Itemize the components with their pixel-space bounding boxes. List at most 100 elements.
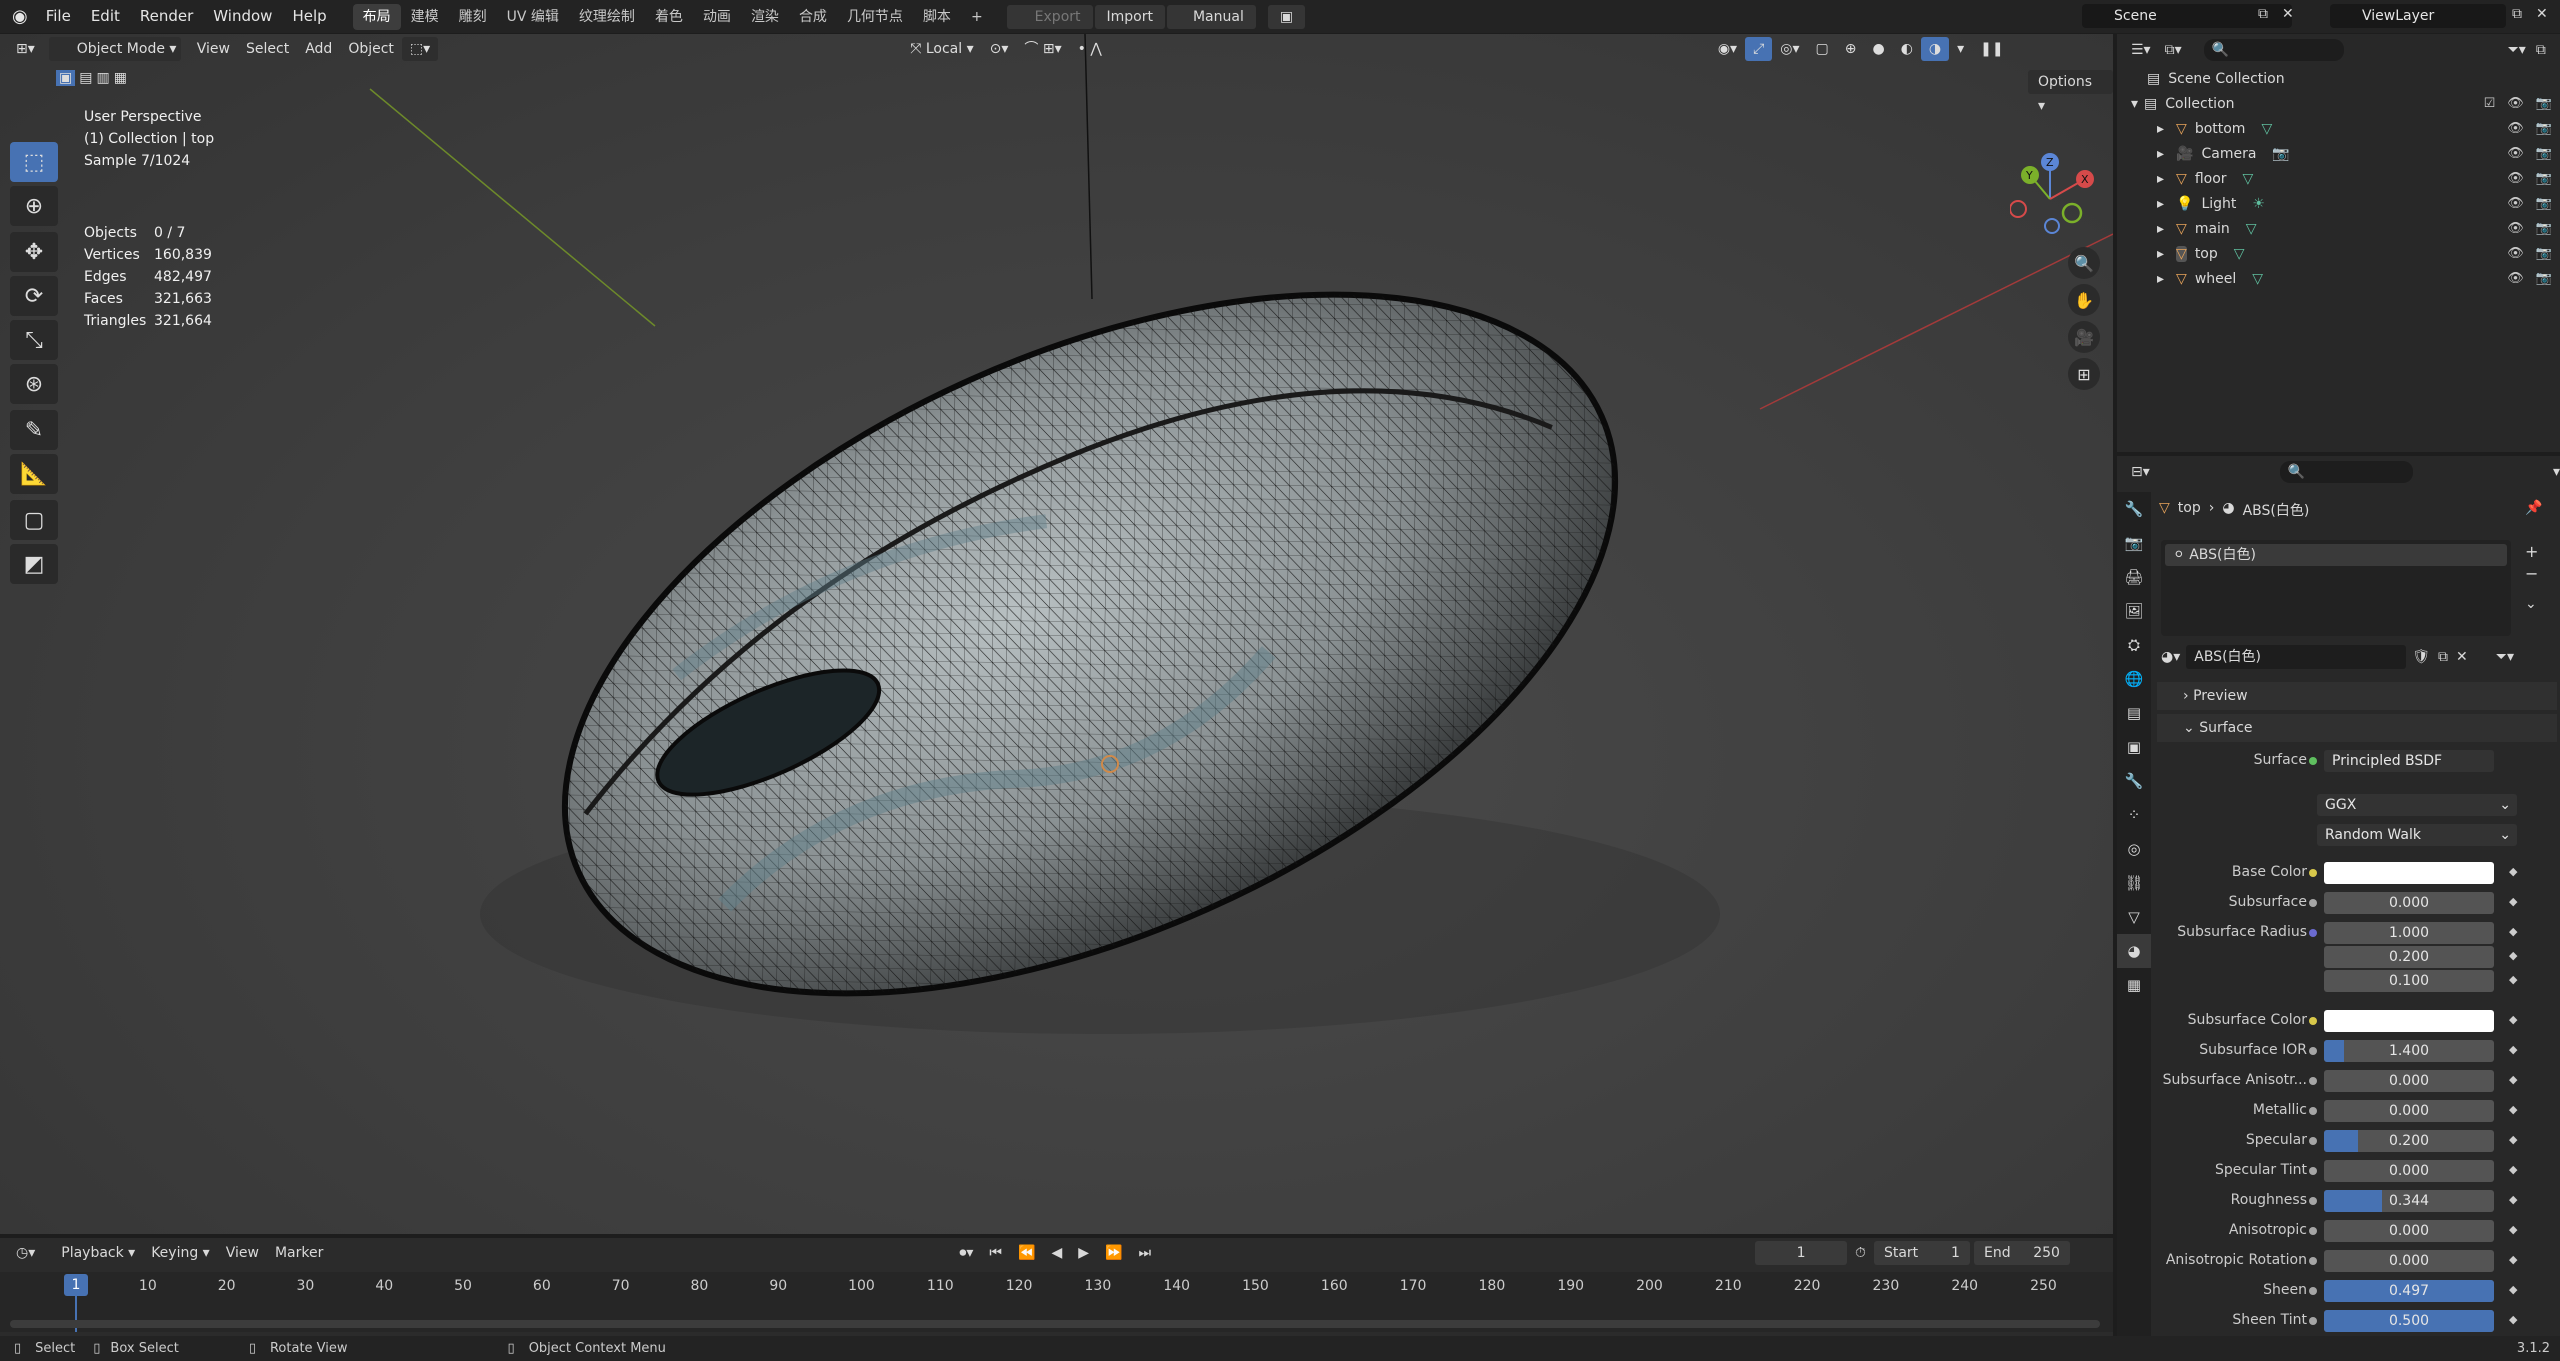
camera-render-icon[interactable]: 📷 bbox=[2536, 121, 2552, 136]
value-slider[interactable]: 0.000 bbox=[2324, 1250, 2494, 1272]
value-slider[interactable]: 0.497 bbox=[2324, 1280, 2494, 1302]
menu-window[interactable]: Window bbox=[203, 0, 282, 33]
expand-icon[interactable]: ▸ bbox=[2157, 196, 2164, 212]
camera-view-icon[interactable]: 🎥 bbox=[2068, 321, 2100, 353]
new-collection-icon[interactable]: ⧉ bbox=[2536, 42, 2546, 58]
eye-icon[interactable]: 👁 bbox=[2507, 121, 2524, 136]
timeline-scrollbar[interactable] bbox=[10, 1320, 2100, 1328]
keyframe-dot-icon[interactable]: ◆ bbox=[2509, 1283, 2517, 1296]
expand-icon[interactable]: ▸ bbox=[2157, 171, 2164, 187]
value-slider[interactable]: 0.000 bbox=[2324, 1220, 2494, 1242]
keyframe-dot-icon[interactable]: ◆ bbox=[2509, 1043, 2517, 1056]
surface-panel-header[interactable]: ⌄ Surface bbox=[2157, 714, 2557, 742]
data-tab-icon[interactable]: ▽ bbox=[2117, 900, 2151, 934]
properties-editor-icon[interactable]: ⊟▾ bbox=[2131, 464, 2150, 480]
workspace-tab-layout[interactable]: 布局 bbox=[352, 3, 401, 30]
edit-tool-icon[interactable]: ◩ bbox=[10, 544, 58, 584]
workspace-tab-modeling[interactable]: 建模 bbox=[401, 4, 449, 30]
material-name-field[interactable]: ABS(白色) bbox=[2186, 645, 2407, 669]
shading-wireframe-icon[interactable]: ⊕ bbox=[1837, 37, 1865, 61]
orientation-selector[interactable]: ⤧ Local ▾ bbox=[902, 37, 981, 61]
view-layer-selector[interactable]: ViewLayer bbox=[2330, 4, 2506, 28]
current-frame-field[interactable]: 1 bbox=[1755, 1241, 1848, 1265]
collection-tab-icon[interactable]: ▤ bbox=[2117, 696, 2151, 730]
pan-hand-icon[interactable]: ✋ bbox=[2068, 284, 2100, 316]
delete-scene-icon[interactable]: ✕ bbox=[2282, 6, 2294, 22]
shading-solid-icon[interactable]: ● bbox=[1864, 37, 1892, 61]
object-data-icon[interactable]: ☀ bbox=[2252, 196, 2265, 212]
keyframe-dot-icon[interactable]: ◆ bbox=[2509, 865, 2517, 878]
subsurface-method-dropdown[interactable]: Random Walk ⌄ bbox=[2317, 824, 2517, 846]
object-data-icon[interactable]: ▽ bbox=[2252, 271, 2263, 287]
shading-options-icon[interactable]: ▾ bbox=[1949, 37, 1972, 61]
keyframe-dot-icon[interactable]: ◆ bbox=[2509, 895, 2517, 908]
timeline-menu-marker[interactable]: Marker bbox=[267, 1241, 331, 1265]
eye-icon[interactable]: 👁 bbox=[2507, 221, 2524, 236]
play-icon[interactable]: ▶ bbox=[1070, 1241, 1097, 1265]
record-icon[interactable]: ⏺▾ bbox=[951, 1241, 981, 1265]
particles-tab-icon[interactable]: ⁘ bbox=[2117, 798, 2151, 832]
constraints-tab-icon[interactable]: ⛓ bbox=[2117, 866, 2151, 900]
outliner-item-camera[interactable]: ▸ 🎥 Camera 📷 👁 📷 bbox=[2117, 141, 2560, 166]
object-data-icon[interactable]: 📷 bbox=[2272, 146, 2289, 162]
camera-render-icon[interactable]: 📷 bbox=[2536, 96, 2552, 111]
selection-mode-icons[interactable]: ▣ ▤ ▥ ▦ bbox=[56, 70, 127, 86]
3d-viewport[interactable]: ⊞▾ Object Mode ▾ View Select Add Object … bbox=[0, 34, 2113, 1234]
viewport-menu-add[interactable]: Add bbox=[297, 37, 340, 61]
transform-tool-icon[interactable]: ⊛ bbox=[10, 364, 58, 404]
viewport-menu-object[interactable]: Object bbox=[340, 37, 402, 61]
keyframe-dot-icon[interactable]: ◆ bbox=[2509, 949, 2517, 962]
keyframe-dot-icon[interactable]: ◆ bbox=[2509, 1163, 2517, 1176]
add-cube-tool-icon[interactable]: ▢ bbox=[10, 500, 58, 540]
shading-rendered-icon[interactable]: ◑ bbox=[1920, 37, 1950, 61]
material-tab-icon[interactable]: ◕ bbox=[2117, 934, 2151, 968]
select-new-icon[interactable]: ▣ bbox=[56, 70, 76, 86]
menu-edit[interactable]: Edit bbox=[81, 0, 130, 33]
object-data-icon[interactable]: ▽ bbox=[2246, 221, 2257, 237]
preview-panel-header[interactable]: › Preview bbox=[2157, 682, 2557, 710]
keyframe-dot-icon[interactable]: ◆ bbox=[2509, 1223, 2517, 1236]
workspace-tab-uv-editing[interactable]: UV 编辑 bbox=[497, 4, 569, 30]
keyframe-dot-icon[interactable]: ◆ bbox=[2509, 1193, 2517, 1206]
filter-icon[interactable]: ⏷▾ bbox=[2508, 42, 2526, 58]
annotate-tool-icon[interactable]: ✎ bbox=[10, 410, 58, 450]
editor-type-icon[interactable]: ⊞▾ bbox=[8, 37, 43, 61]
blender-logo-icon[interactable]: ◉ bbox=[0, 0, 36, 33]
transform-pivot-icon[interactable]: ⬚▾ bbox=[401, 37, 439, 61]
value-slider[interactable]: 0.000 bbox=[2324, 892, 2494, 914]
surface-shader-field[interactable]: Principled BSDF bbox=[2324, 750, 2494, 772]
menu-render[interactable]: Render bbox=[130, 0, 203, 33]
keyframe-dot-icon[interactable]: ◆ bbox=[2509, 1253, 2517, 1266]
value-slider[interactable]: 1.000 bbox=[2324, 922, 2494, 944]
texture-tab-icon[interactable]: ▦ bbox=[2117, 968, 2151, 1002]
shading-material-icon[interactable]: ◐ bbox=[1893, 37, 1921, 61]
timeline-ruler[interactable]: 1 11020304050607080901001101201301401501… bbox=[0, 1272, 2113, 1332]
measure-tool-icon[interactable]: 📐 bbox=[10, 454, 58, 494]
delete-view-layer-icon[interactable]: ✕ bbox=[2536, 6, 2548, 22]
checkbox-icon[interactable]: ☑ bbox=[2484, 96, 2496, 111]
move-tool-icon[interactable]: ✥ bbox=[10, 232, 58, 272]
viewport-menu-select[interactable]: Select bbox=[238, 37, 297, 61]
expand-icon[interactable]: ▸ bbox=[2157, 271, 2164, 287]
workspace-tab-shading[interactable]: 着色 bbox=[645, 4, 693, 30]
expand-icon[interactable]: ▸ bbox=[2157, 121, 2164, 137]
remove-slot-icon[interactable]: − bbox=[2525, 564, 2538, 583]
workspace-tab-rendering[interactable]: 渲染 bbox=[741, 4, 789, 30]
keyframe-dot-icon[interactable]: ◆ bbox=[2509, 1313, 2517, 1326]
timeline-menu-playback[interactable]: Playback ▾ bbox=[53, 1241, 143, 1265]
select-box-tool-icon[interactable]: ⬚ bbox=[10, 142, 58, 182]
physics-tab-icon[interactable]: ◎ bbox=[2117, 832, 2151, 866]
keyframe-dot-icon[interactable]: ◆ bbox=[2509, 973, 2517, 986]
outliner-item-bottom[interactable]: ▸ ▽ bottom ▽ 👁 📷 bbox=[2117, 116, 2560, 141]
camera-render-icon[interactable]: 📷 bbox=[2536, 196, 2552, 211]
expand-icon[interactable]: ▸ bbox=[2157, 146, 2164, 162]
expand-icon[interactable]: ▸ bbox=[2157, 221, 2164, 237]
camera-render-icon[interactable]: 📷 bbox=[2536, 246, 2552, 261]
menu-help[interactable]: Help bbox=[282, 0, 336, 33]
tool-tab-icon[interactable]: 🔧 bbox=[2117, 492, 2151, 526]
value-slider[interactable]: 0.000 bbox=[2324, 1100, 2494, 1122]
xray-toggle-icon[interactable]: ▢ bbox=[1808, 37, 1837, 61]
eye-icon[interactable]: 👁 bbox=[2507, 196, 2524, 211]
workspace-tab-geometry-nodes[interactable]: 几何节点 bbox=[837, 4, 913, 30]
eye-icon[interactable]: 👁 bbox=[2507, 146, 2524, 161]
